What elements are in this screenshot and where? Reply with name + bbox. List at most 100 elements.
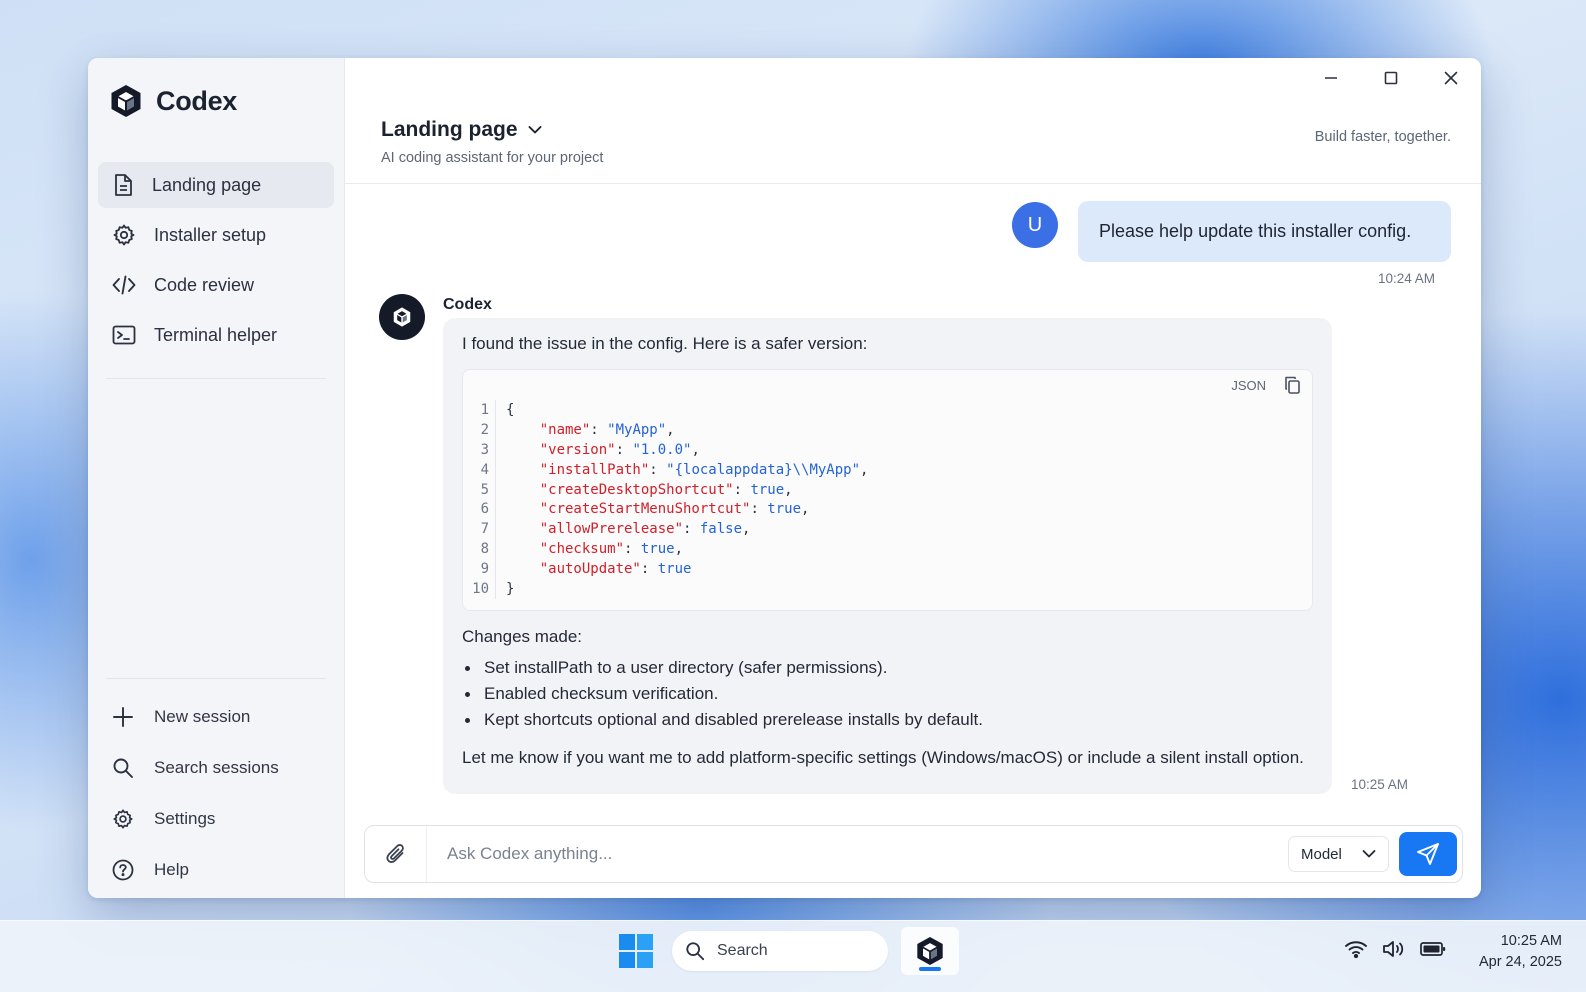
list-item: Enabled checksum verification. xyxy=(462,681,1313,707)
line-number: 5 xyxy=(480,481,489,498)
plus-icon xyxy=(112,706,134,728)
code-line: 7 "allowPrerelease": false, xyxy=(463,519,868,540)
code-token: "installPath" xyxy=(539,461,650,478)
sidebar-item-label: Terminal helper xyxy=(154,324,278,345)
start-button[interactable] xyxy=(618,933,654,969)
message-input[interactable] xyxy=(427,844,1288,864)
code-gutter xyxy=(495,439,496,460)
close-icon xyxy=(1444,71,1458,85)
active-app-indicator xyxy=(919,967,941,971)
code-token: { xyxy=(506,401,515,418)
code-token: : xyxy=(750,501,768,518)
line-number: 6 xyxy=(480,501,489,518)
sidebar-item-label: Landing page xyxy=(152,174,262,195)
session-title-dropdown[interactable]: Landing page xyxy=(381,118,542,142)
code-token: "autoUpdate" xyxy=(539,561,641,578)
taskbar-clock[interactable]: 10:25 AM Apr 24, 2025 xyxy=(1479,931,1562,973)
code-token: "MyApp" xyxy=(607,421,667,438)
line-number: 2 xyxy=(480,421,489,438)
code-token: : xyxy=(615,441,633,458)
sidebar-item-label: Installer setup xyxy=(154,224,267,245)
code-token: } xyxy=(506,580,515,597)
model-selector-label: Model xyxy=(1301,845,1342,863)
message-composer: Model xyxy=(364,825,1463,883)
chevron-down-icon xyxy=(528,125,542,135)
clock-time: 10:25 AM xyxy=(1500,933,1562,949)
code-token: "{localappdata}\\MyApp" xyxy=(666,461,861,478)
paperclip-icon xyxy=(385,842,407,866)
sidebar-divider xyxy=(106,678,326,679)
terminal-icon xyxy=(112,324,136,346)
sidebar-item-terminal-helper[interactable]: Terminal helper xyxy=(98,312,334,358)
minimize-button[interactable] xyxy=(1301,58,1361,98)
line-number: 1 xyxy=(480,401,489,418)
taskbar-app-codex[interactable] xyxy=(901,927,959,975)
app-window: Codex Landing page Installer setup Code … xyxy=(88,58,1481,898)
gear-icon xyxy=(112,808,134,830)
code-token: : xyxy=(640,561,658,578)
code-token: "createDesktopShortcut" xyxy=(539,481,734,498)
sidebar-item-code-review[interactable]: Code review xyxy=(98,262,334,308)
search-sessions-button[interactable]: Search sessions xyxy=(102,743,332,793)
code-token: : xyxy=(624,541,641,558)
attach-button[interactable] xyxy=(365,826,427,882)
cube-logo-icon xyxy=(110,84,142,118)
code-line: 2 "name": "MyApp", xyxy=(463,419,868,440)
maximize-icon xyxy=(1384,71,1398,85)
sidebar-item-landing-page[interactable]: Landing page xyxy=(98,162,334,208)
send-icon xyxy=(1416,842,1440,866)
settings-label: Settings xyxy=(154,809,216,828)
help-button[interactable]: Help xyxy=(102,845,332,895)
code-token: , xyxy=(674,541,684,558)
user-message: U Please help update this installer conf… xyxy=(1012,201,1451,262)
changes-title: Changes made: xyxy=(462,627,583,646)
gear-icon xyxy=(112,223,136,247)
search-icon xyxy=(685,941,705,961)
taskbar-search-label: Search xyxy=(717,942,768,959)
taskbar-search[interactable]: Search xyxy=(672,931,888,971)
battery-icon xyxy=(1420,941,1446,957)
system-tray[interactable] xyxy=(1344,939,1446,959)
new-session-button[interactable]: New session xyxy=(102,692,332,742)
code-gutter xyxy=(495,519,496,540)
code-line: 1{ xyxy=(463,400,868,420)
code-line: 6 "createStartMenuShortcut": true, xyxy=(463,499,868,520)
code-token: "allowPrerelease" xyxy=(539,521,684,538)
session-header: Landing page AI coding assistant for you… xyxy=(345,98,1481,184)
code-line: 4 "installPath": "{localappdata}\\MyApp"… xyxy=(463,459,868,480)
app-name: Codex xyxy=(156,85,238,116)
maximize-button[interactable] xyxy=(1361,58,1421,98)
change-text: Enabled checksum verification. xyxy=(484,684,719,703)
assistant-message-time: 10:25 AM xyxy=(1351,777,1409,792)
sidebar-divider xyxy=(106,378,326,379)
cube-logo-icon xyxy=(916,936,944,966)
sidebar-item-installer-setup[interactable]: Installer setup xyxy=(98,212,334,258)
code-language-label: JSON xyxy=(1231,377,1266,393)
changes-list: Set installPath to a user directory (saf… xyxy=(462,655,1313,733)
close-window-button[interactable] xyxy=(1421,58,1481,98)
code-token: true xyxy=(767,501,802,518)
volume-icon xyxy=(1382,939,1406,959)
list-item: Kept shortcuts optional and disabled pre… xyxy=(462,707,1313,733)
code-gutter xyxy=(495,579,496,599)
code-token: "name" xyxy=(539,421,591,438)
code-token: : xyxy=(649,461,667,478)
copy-icon[interactable] xyxy=(1284,376,1300,394)
send-button[interactable] xyxy=(1399,832,1457,876)
brand: Codex xyxy=(110,84,237,118)
code-token: , xyxy=(691,441,700,458)
code-token: true xyxy=(640,541,675,558)
line-number: 3 xyxy=(480,441,489,458)
code-token: , xyxy=(784,481,793,498)
assistant-avatar xyxy=(379,294,425,340)
code-line: 9 "autoUpdate": true xyxy=(463,559,868,580)
bullet xyxy=(465,665,470,671)
change-text: Kept shortcuts optional and disabled pre… xyxy=(484,710,983,729)
chevron-down-icon xyxy=(1362,849,1376,859)
model-selector[interactable]: Model xyxy=(1288,836,1389,872)
code-token: "checksum" xyxy=(539,541,625,558)
settings-button[interactable]: Settings xyxy=(102,794,332,844)
